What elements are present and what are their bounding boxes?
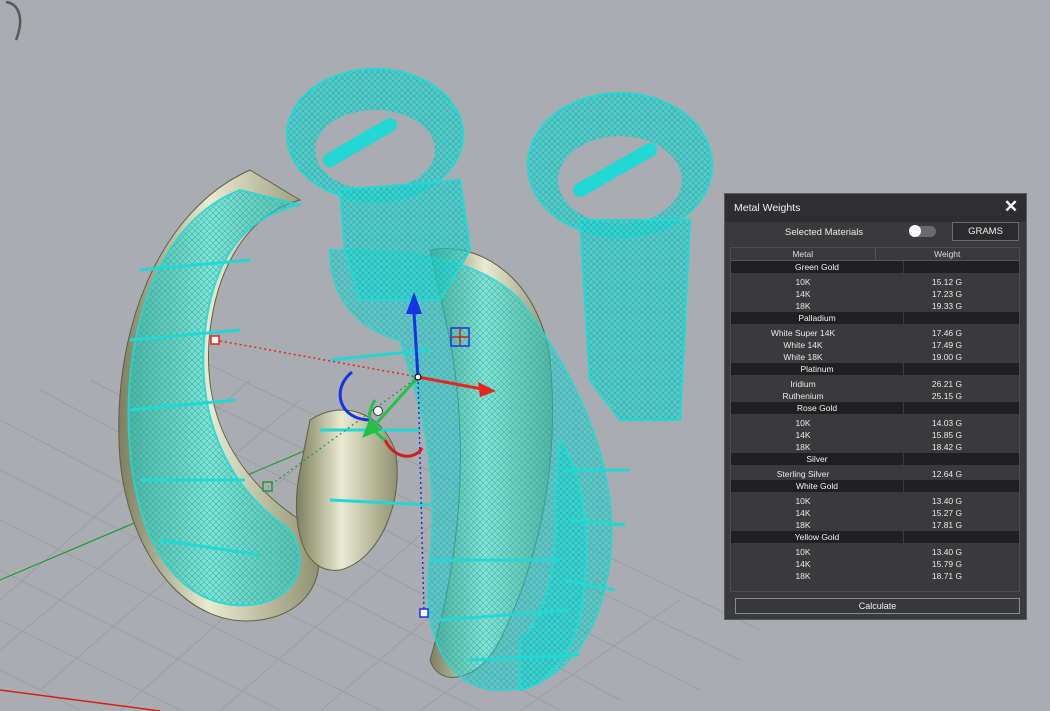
metal-cell: 18K xyxy=(795,571,811,581)
weight-cell: 15.12 G xyxy=(931,277,963,287)
navigation-cube-icon[interactable] xyxy=(0,0,30,42)
selected-materials-label: Selected Materials xyxy=(785,227,864,238)
metal-cell: White 14K xyxy=(783,340,823,350)
group-row[interactable]: Yellow Gold xyxy=(731,531,1019,543)
group-name: Rose Gold xyxy=(731,402,903,414)
table-row[interactable]: 14K 15.79 G xyxy=(731,558,1019,570)
table-body: Green Gold 10K 15.12 G 14K 17.23 G 18K 19.33 G… xyxy=(731,261,1019,582)
table-row[interactable]: 18K 18.42 G xyxy=(731,441,1019,453)
group-name: Green Gold xyxy=(731,261,903,273)
weight-cell: 17.23 G xyxy=(931,289,963,299)
table-row[interactable]: Sterling Silver 12.64 G xyxy=(731,468,1019,480)
group-row[interactable]: Green Gold xyxy=(731,261,1019,273)
table-header: Metal Weight xyxy=(731,248,1019,261)
weight-cell: 19.00 G xyxy=(931,352,963,362)
table-row[interactable]: Ruthenium 25.15 G xyxy=(731,390,1019,402)
group-row[interactable]: Rose Gold xyxy=(731,402,1019,414)
weight-cell: 13.40 G xyxy=(931,547,963,557)
group-weight-cell xyxy=(904,261,1019,273)
table-row[interactable]: 18K 18.71 G xyxy=(731,570,1019,582)
table-row[interactable]: 10K 15.12 G xyxy=(731,276,1019,288)
metal-cell: White Super 14K xyxy=(770,328,836,338)
panel-header: Metal Weights ✕ xyxy=(725,194,1026,222)
metal-cell: 14K xyxy=(795,289,811,299)
weight-cell: 15.85 G xyxy=(931,430,963,440)
table-row[interactable]: 18K 17.81 G xyxy=(731,519,1019,531)
weight-cell: 15.79 G xyxy=(931,559,963,569)
metal-cell: 18K xyxy=(795,301,811,311)
weight-cell: 15.27 G xyxy=(931,508,963,518)
metal-weights-panel: Metal Weights ✕ Selected Materials GRAMS… xyxy=(724,193,1027,620)
weight-cell: 25.15 G xyxy=(931,391,963,401)
weight-cell: 17.81 G xyxy=(931,520,963,530)
table-row[interactable]: White 14K 17.49 G xyxy=(731,339,1019,351)
group-weight-cell xyxy=(904,480,1019,492)
weight-cell: 17.49 G xyxy=(931,340,963,350)
table-row[interactable]: 18K 19.33 G xyxy=(731,300,1019,312)
table-row[interactable]: 14K 15.85 G xyxy=(731,429,1019,441)
group-name: Yellow Gold xyxy=(731,531,903,543)
close-icon[interactable]: ✕ xyxy=(1003,198,1019,215)
weight-cell: 17.46 G xyxy=(931,328,963,338)
group-weight-cell xyxy=(904,363,1019,375)
weight-cell: 19.33 G xyxy=(931,301,963,311)
selected-materials-toggle[interactable] xyxy=(909,225,936,237)
metal-cell: 10K xyxy=(795,277,811,287)
weight-cell: 14.03 G xyxy=(931,418,963,428)
metal-cell: 18K xyxy=(795,520,811,530)
metal-cell: 18K xyxy=(795,442,811,452)
calculate-button[interactable]: Calculate xyxy=(735,598,1020,614)
weight-cell: 13.40 G xyxy=(931,496,963,506)
group-row[interactable]: White Gold xyxy=(731,480,1019,492)
group-weight-cell xyxy=(904,531,1019,543)
weight-cell: 18.71 G xyxy=(931,571,963,581)
metal-weights-table: Metal Weight Green Gold 10K 15.12 G 14K 17.2… xyxy=(730,247,1020,592)
metal-cell: 14K xyxy=(795,559,811,569)
group-name: White Gold xyxy=(731,480,903,492)
table-row[interactable]: Iridium 26.21 G xyxy=(731,378,1019,390)
panel-title: Metal Weights xyxy=(734,202,801,214)
weight-cell: 12.64 G xyxy=(931,469,963,479)
group-row[interactable]: Platinum xyxy=(731,363,1019,375)
metal-cell: White 18K xyxy=(783,352,823,362)
group-row[interactable]: Palladium xyxy=(731,312,1019,324)
group-weight-cell xyxy=(904,312,1019,324)
table-row[interactable]: 10K 13.40 G xyxy=(731,546,1019,558)
table-row[interactable]: 10K 13.40 G xyxy=(731,495,1019,507)
metal-cell: 10K xyxy=(795,547,811,557)
metal-cell: 14K xyxy=(795,430,811,440)
column-header-weight[interactable]: Weight xyxy=(874,248,1020,260)
group-name: Palladium xyxy=(731,312,903,324)
table-row[interactable]: White 18K 19.00 G xyxy=(731,351,1019,363)
metal-cell: 10K xyxy=(795,418,811,428)
group-name: Platinum xyxy=(731,363,903,375)
metal-cell: 10K xyxy=(795,496,811,506)
group-name: Silver xyxy=(731,453,903,465)
group-weight-cell xyxy=(904,402,1019,414)
table-row[interactable]: 10K 14.03 G xyxy=(731,417,1019,429)
x-axis-line xyxy=(0,689,161,711)
group-weight-cell xyxy=(904,453,1019,465)
column-header-metal[interactable]: Metal xyxy=(731,248,875,260)
metal-cell: Ruthenium xyxy=(782,391,824,401)
weight-cell: 26.21 G xyxy=(931,379,963,389)
toggle-knob xyxy=(909,225,921,237)
table-row[interactable]: 14K 15.27 G xyxy=(731,507,1019,519)
metal-cell: Sterling Silver xyxy=(776,469,830,479)
group-row[interactable]: Silver xyxy=(731,453,1019,465)
weight-cell: 18.42 G xyxy=(931,442,963,452)
units-button[interactable]: GRAMS xyxy=(952,222,1019,241)
table-row[interactable]: White Super 14K 17.46 G xyxy=(731,327,1019,339)
metal-cell: Iridium xyxy=(790,379,816,389)
metal-cell: 14K xyxy=(795,508,811,518)
table-row[interactable]: 14K 17.23 G xyxy=(731,288,1019,300)
